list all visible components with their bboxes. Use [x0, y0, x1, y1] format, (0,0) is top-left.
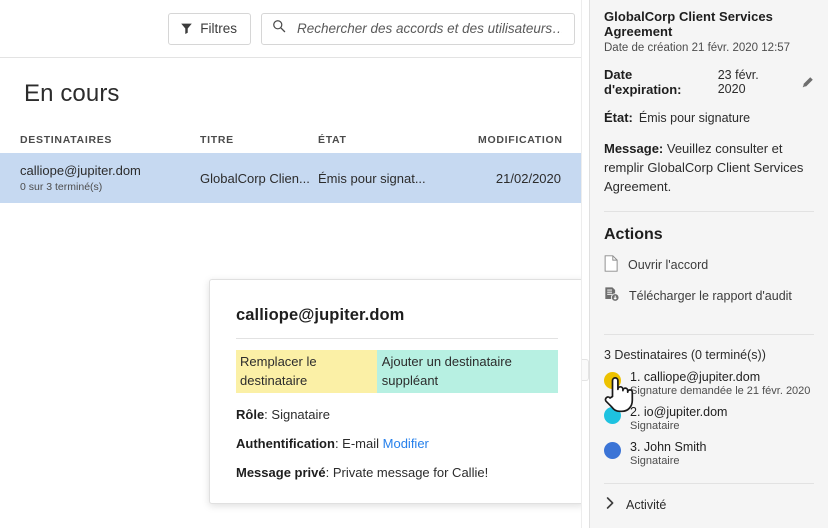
filters-button-label: Filtres [200, 21, 237, 36]
action-download-audit-report-label: Télécharger le rapport d'audit [629, 289, 792, 303]
recipient-status: Signature demandée le 21 févr. 2020 [630, 385, 811, 397]
table-header-row: DESTINATAIRES TITRE ÉTAT MODIFICATION [0, 127, 581, 153]
column-header-modified: MODIFICATION [478, 134, 563, 146]
popup-private-message-label: Message privé [236, 465, 326, 480]
recipient-status: Signataire [630, 420, 680, 432]
recipient-item-1[interactable]: 1. calliope@jupiter.dom Signature demand… [590, 362, 828, 397]
document-icon [604, 255, 619, 275]
search-icon [272, 19, 286, 38]
detail-rail: GlobalCorp Client Services Agreement Dat… [590, 0, 828, 528]
popup-auth-edit-link[interactable]: Modifier [383, 436, 429, 451]
expiry-value: 23 févr. 2020 [717, 68, 759, 96]
action-open-agreement[interactable]: Ouvrir l'accord [590, 244, 828, 275]
search-box[interactable] [261, 12, 575, 45]
column-header-state: ÉTAT [318, 134, 347, 146]
recipients-heading: 3 Destinataires (0 terminé(s)) [604, 348, 766, 362]
state-label: État: [604, 110, 633, 125]
filters-button[interactable]: Filtres [168, 12, 251, 45]
recipient-status: Signataire [630, 455, 680, 467]
popup-title: calliope@jupiter.dom [236, 306, 405, 324]
panel-divider[interactable] [581, 0, 590, 528]
app-root: Filtres En cours DESTINATAIRES TITRE ÉTA… [0, 0, 830, 528]
recipient-detail-popup: calliope@jupiter.dom Remplacer le destin… [209, 279, 585, 504]
column-header-recipients: DESTINATAIRES [20, 134, 113, 146]
state-row: État: Émis pour signature [604, 110, 814, 125]
avatar [604, 372, 621, 389]
activity-section-toggle[interactable]: Activité [590, 484, 828, 512]
activity-label: Activité [626, 497, 667, 512]
add-delegate-recipient-link[interactable]: Ajouter un destinataire suppléant [376, 350, 558, 393]
toolbar: Filtres [0, 0, 581, 58]
recipient-name: 3. John Smith [630, 440, 707, 454]
main-panel: Filtres En cours DESTINATAIRES TITRE ÉTA… [0, 0, 585, 528]
recipient-name: 2. io@jupiter.dom [630, 405, 728, 419]
popup-role-field: Rôle: Signataire [236, 407, 330, 422]
recipient-item-3[interactable]: 3. John Smith Signataire [590, 432, 828, 467]
action-open-agreement-label: Ouvrir l'accord [628, 258, 709, 272]
agreement-created-date: Date de création 21 févr. 2020 12:57 [604, 42, 791, 54]
avatar [604, 442, 621, 459]
popup-private-message-field: Message privé: Private message for Calli… [236, 465, 489, 480]
expiry-label: Date d'expiration: [604, 67, 682, 97]
popup-auth-field: Authentification: E-mail Modifier [236, 436, 429, 451]
popup-divider [236, 338, 558, 339]
chevron-right-icon [606, 497, 615, 512]
cell-modified: 21/02/2020 [495, 170, 561, 186]
recipient-name: 1. calliope@jupiter.dom [630, 370, 761, 384]
audit-report-download-icon [604, 286, 620, 306]
cell-recipient-progress: 0 sur 3 terminé(s) [20, 181, 103, 193]
message-label: Message: [604, 141, 664, 156]
cell-title: GlobalCorp Clien... [200, 170, 310, 186]
agreement-summary: GlobalCorp Client Services Agreement Dat… [590, 0, 828, 212]
recipient-item-2[interactable]: 2. io@jupiter.dom Signataire [590, 397, 828, 432]
cell-recipient-email: calliope@jupiter.dom [20, 163, 141, 178]
replace-recipient-link[interactable]: Remplacer le destinataire [236, 350, 377, 393]
state-value: Émis pour signature [638, 110, 751, 125]
expiry-row: Date d'expiration: 23 févr. 2020 [604, 67, 814, 97]
pencil-icon[interactable] [801, 76, 814, 89]
popup-auth-value: E-mail [342, 436, 380, 451]
funnel-icon [180, 22, 193, 35]
popup-actions-row: Remplacer le destinataire Ajouter un des… [236, 350, 558, 393]
popup-private-message-value: Private message for Callie! [332, 465, 489, 480]
popup-role-label: Rôle [236, 407, 265, 422]
column-header-title: TITRE [200, 134, 234, 146]
popup-auth-label: Authentification [236, 436, 335, 451]
table-row[interactable]: calliope@jupiter.dom 0 sur 3 terminé(s) … [0, 153, 581, 203]
avatar [604, 407, 621, 424]
actions-heading: Actions [604, 226, 663, 243]
message-row: Message: Veuillez consulter et remplir G… [604, 139, 814, 196]
cell-state: Émis pour signat... [318, 170, 426, 186]
agreement-title: GlobalCorp Client Services Agreement [604, 9, 773, 39]
cell-recipient: calliope@jupiter.dom 0 sur 3 terminé(s) [20, 163, 200, 193]
action-download-audit-report[interactable]: Télécharger le rapport d'audit [590, 275, 828, 306]
popup-role-value: Signataire [271, 407, 330, 422]
agreements-table: DESTINATAIRES TITRE ÉTAT MODIFICATION ca… [0, 127, 581, 203]
search-input[interactable] [295, 20, 564, 37]
panel-collapse-handle[interactable] [582, 359, 589, 381]
page-title: En cours [24, 80, 120, 107]
